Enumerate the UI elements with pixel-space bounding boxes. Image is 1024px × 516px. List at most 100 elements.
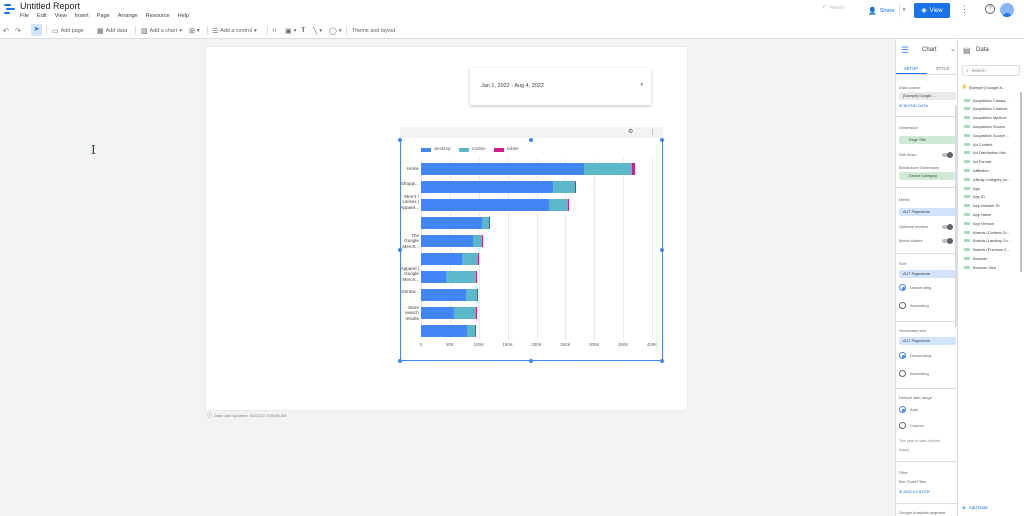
menu-page[interactable]: Page xyxy=(97,13,110,19)
scrollbar[interactable] xyxy=(955,105,957,327)
bar-segment-desktop[interactable] xyxy=(421,162,584,176)
field-item[interactable]: Brands (Previous C... xyxy=(964,246,1010,254)
bar-segment-desktop[interactable] xyxy=(421,216,482,230)
select-cursor-icon[interactable]: ➤ xyxy=(31,24,42,36)
scrollbar[interactable] xyxy=(1020,92,1022,272)
bar-segment-tablet[interactable] xyxy=(475,270,477,284)
add-data-button[interactable]: ▦ Add data xyxy=(97,25,127,36)
bar-segment-mobile[interactable] xyxy=(481,216,489,230)
data-source-row[interactable]: ▮ [Sample] Google A... xyxy=(963,83,1005,91)
shape-icon[interactable]: ◯ ▾ xyxy=(329,25,342,36)
report-title[interactable]: Untitled Report xyxy=(20,1,80,11)
tab-setup[interactable]: SETUP xyxy=(904,66,918,71)
data-source-chip[interactable]: [Sample] Google ... xyxy=(899,92,956,100)
field-item[interactable]: Brands (Landing Co... xyxy=(964,237,1011,245)
menu-edit[interactable]: Edit xyxy=(37,13,47,19)
community-viz-button[interactable]: ⊞ ▾ xyxy=(189,25,200,36)
field-item[interactable]: Acquisition Channel xyxy=(964,105,1007,113)
field-item[interactable]: Acquisition Medium xyxy=(964,114,1007,122)
embed-code-icon[interactable]: ‹› xyxy=(272,25,277,36)
menu-file[interactable]: File xyxy=(20,13,29,19)
field-item[interactable]: Ad Distribution Net... xyxy=(964,149,1009,157)
field-item[interactable]: Ad Content xyxy=(964,140,992,148)
share-dropdown-icon[interactable]: ▾ xyxy=(899,4,908,17)
blend-data-button[interactable]: ⊕ BLEND DATA xyxy=(899,103,928,108)
reset-button[interactable]: ↶ Reset xyxy=(822,5,844,11)
bar-segment-mobile[interactable] xyxy=(462,252,478,266)
secondary-ascending-radio[interactable] xyxy=(899,370,906,377)
optional-metrics-toggle[interactable] xyxy=(942,224,953,230)
image-icon[interactable]: ▣ ▾ xyxy=(285,25,296,36)
bar-segment-tablet[interactable] xyxy=(475,306,477,320)
breakdown-chip[interactable]: Device Category xyxy=(899,172,956,180)
chevron-down-icon[interactable]: ⌄ xyxy=(950,45,956,53)
bar-segment-mobile[interactable] xyxy=(549,198,568,212)
bar-segment-mobile[interactable] xyxy=(454,306,476,320)
bar-segment-tablet[interactable] xyxy=(482,234,483,248)
drill-down-toggle[interactable] xyxy=(942,152,953,158)
field-item[interactable]: Acquisition Campa... xyxy=(964,96,1009,104)
bar-segment-desktop[interactable] xyxy=(421,252,462,266)
field-item[interactable]: App Installer ID xyxy=(964,202,1000,210)
metric-sliders-toggle[interactable] xyxy=(942,238,953,244)
bar-segment-mobile[interactable] xyxy=(446,270,476,284)
line-icon[interactable]: ╲ ▾ xyxy=(313,25,322,36)
tab-style[interactable]: STYLE xyxy=(936,66,949,71)
field-item[interactable]: Brands (Content Gr... xyxy=(964,228,1010,236)
redo-icon[interactable]: ↷ xyxy=(15,25,21,36)
field-item[interactable]: Affiliation xyxy=(964,166,989,174)
view-button[interactable]: ◉ View xyxy=(914,3,950,18)
looker-studio-logo-icon[interactable] xyxy=(4,3,15,17)
bar-segment-tablet[interactable] xyxy=(474,324,476,338)
field-item[interactable]: Affinity Category (re... xyxy=(964,175,1011,183)
field-item[interactable]: Acquisition Source xyxy=(964,122,1005,130)
resize-handle[interactable] xyxy=(398,138,402,142)
field-item[interactable]: Browser xyxy=(964,254,987,262)
resize-handle[interactable] xyxy=(529,138,533,142)
auto-radio[interactable] xyxy=(899,406,906,413)
custom-radio[interactable] xyxy=(899,422,906,429)
bug-icon[interactable]: ⚙ xyxy=(628,128,633,135)
share-button[interactable]: 👤 Share xyxy=(864,4,898,17)
bar-segment-mobile[interactable] xyxy=(583,162,633,176)
menu-help[interactable]: Help xyxy=(178,13,190,19)
bar-segment-desktop[interactable] xyxy=(421,306,455,320)
bar-segment-desktop[interactable] xyxy=(421,180,553,194)
add-data-link[interactable]: ⊕ Add Data xyxy=(962,505,988,511)
menu-insert[interactable]: Insert xyxy=(75,13,89,19)
bar-segment-mobile[interactable] xyxy=(472,234,483,248)
menu-view[interactable]: View xyxy=(55,13,67,19)
descending-radio[interactable] xyxy=(899,284,906,291)
more-options-icon[interactable]: ⋮ xyxy=(960,4,969,15)
bar-segment-desktop[interactable] xyxy=(421,324,468,338)
chart-menu-icon[interactable]: ⋮ xyxy=(649,128,656,136)
field-item[interactable]: App Name xyxy=(964,210,991,218)
help-icon[interactable]: ? xyxy=(985,4,995,14)
field-item[interactable]: Ad Format xyxy=(964,158,991,166)
menu-arrange[interactable]: Arrange xyxy=(118,13,138,19)
add-filter-button[interactable]: ⊕ ADD A FILTER xyxy=(899,489,930,494)
bar-segment-tablet[interactable] xyxy=(567,198,569,212)
text-icon[interactable]: 𝐓 xyxy=(301,25,306,36)
field-item[interactable]: App ID xyxy=(964,193,985,201)
bar-segment-tablet[interactable] xyxy=(477,252,479,266)
resize-handle[interactable] xyxy=(660,359,664,363)
field-item[interactable]: Browser Size xyxy=(964,263,996,271)
avatar[interactable] xyxy=(1000,3,1014,17)
date-range-control[interactable]: Jan 1, 2022 - Aug 4, 2022 ▾ xyxy=(470,68,651,105)
secondary-sort-chip[interactable]: AUT Pageviews xyxy=(899,337,956,345)
ascending-radio[interactable] xyxy=(899,302,906,309)
add-control-button[interactable]: ☰ Add a control ▾ xyxy=(212,25,257,36)
field-item[interactable]: App Version xyxy=(964,219,994,227)
menu-resource[interactable]: Resource xyxy=(146,13,170,19)
search-input[interactable]: ⌕ Search xyxy=(962,65,1020,76)
bar-segment-mobile[interactable] xyxy=(552,180,575,194)
secondary-descending-radio[interactable] xyxy=(899,352,906,359)
field-item[interactable]: Acquisition Source ... xyxy=(964,131,1010,139)
bar-segment-desktop[interactable] xyxy=(421,288,467,302)
bar-segment-tablet[interactable] xyxy=(477,288,478,302)
resize-handle[interactable] xyxy=(660,138,664,142)
resize-handle[interactable] xyxy=(529,359,533,363)
field-item[interactable]: Age xyxy=(964,184,980,192)
add-page-button[interactable]: ▭ Add page xyxy=(52,25,84,36)
